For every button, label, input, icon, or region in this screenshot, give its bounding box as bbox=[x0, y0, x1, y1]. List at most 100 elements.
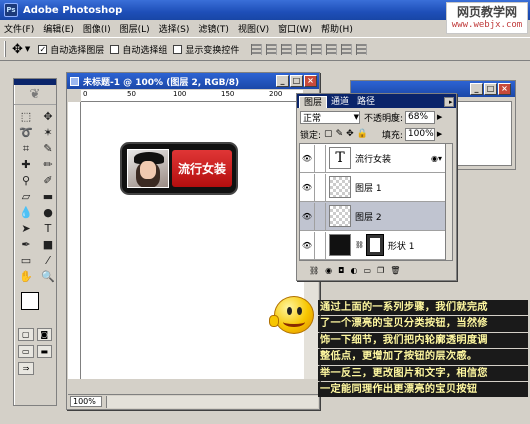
brush-tool-icon[interactable]: ✏ bbox=[38, 157, 58, 172]
eraser-tool-icon[interactable]: ▱ bbox=[16, 189, 36, 204]
tab-channels[interactable]: 通道 bbox=[327, 96, 353, 108]
align-bottom-icon[interactable] bbox=[281, 43, 293, 55]
path-selection-tool-icon[interactable]: ➤ bbox=[16, 221, 36, 236]
shape-tool-icon[interactable]: ■ bbox=[38, 237, 58, 252]
jump-to-imageready: ⇒ bbox=[14, 360, 56, 377]
tab-layers[interactable]: 图层 bbox=[299, 96, 328, 108]
clone-stamp-tool-icon[interactable]: ⚲ bbox=[16, 173, 36, 188]
close-icon[interactable]: × bbox=[498, 83, 511, 95]
new-group-icon[interactable]: ▭ bbox=[363, 266, 371, 275]
show-transform-checkbox[interactable]: 显示变换控件 bbox=[173, 43, 239, 56]
menu-file[interactable]: 文件(F) bbox=[4, 22, 34, 35]
zoom-field[interactable]: 100% bbox=[70, 396, 102, 407]
pen-tool-icon[interactable]: ✒ bbox=[16, 237, 36, 252]
imageready-jump-icon[interactable]: ⇒ bbox=[18, 362, 34, 375]
marquee-tool-icon[interactable]: ⬚ bbox=[16, 109, 36, 124]
type-tool-icon[interactable]: T bbox=[38, 221, 58, 236]
add-style-icon[interactable]: ◉ bbox=[325, 266, 332, 275]
opacity-slider-icon[interactable]: ▶ bbox=[437, 113, 442, 121]
align-hcenter-icon[interactable] bbox=[311, 43, 323, 55]
blend-mode-select[interactable]: 正常 ▼ bbox=[300, 110, 360, 124]
standard-mode-icon[interactable]: ▢ bbox=[18, 328, 34, 341]
move-tool-icon[interactable]: ✥ bbox=[12, 42, 23, 57]
quickmask-mode-icon[interactable]: ◙ bbox=[36, 328, 52, 341]
eyedropper-tool-icon[interactable]: ⁄ bbox=[38, 253, 58, 268]
menu-view[interactable]: 视图(V) bbox=[238, 22, 269, 35]
document-statusbar: 100% bbox=[68, 394, 318, 408]
document-canvas[interactable]: 流行女装 bbox=[81, 102, 303, 379]
dodge-tool-icon[interactable]: ● bbox=[38, 205, 58, 220]
gradient-tool-icon[interactable]: ▬ bbox=[38, 189, 58, 204]
blur-tool-icon[interactable]: 💧 bbox=[16, 205, 36, 220]
vertical-ruler[interactable] bbox=[68, 102, 81, 379]
tab-paths[interactable]: 路径 bbox=[353, 96, 379, 108]
adjustment-layer-icon[interactable]: ◐ bbox=[350, 266, 357, 275]
align-left-icon[interactable] bbox=[296, 43, 308, 55]
tool-preset-dropdown-icon[interactable]: ▼ bbox=[25, 45, 30, 53]
screen-mode-standard-icon[interactable]: ▭ bbox=[18, 345, 34, 358]
close-icon[interactable]: × bbox=[304, 75, 317, 87]
fill-slider-icon[interactable]: ▶ bbox=[437, 130, 442, 138]
fill-input[interactable]: 100% bbox=[404, 127, 435, 141]
auto-select-group-checkbox[interactable]: 自动选择组 bbox=[110, 43, 167, 56]
options-grip[interactable] bbox=[4, 41, 6, 57]
align-right-icon[interactable] bbox=[326, 43, 338, 55]
delete-layer-icon[interactable]: 🗑 bbox=[390, 266, 400, 275]
lasso-tool-icon[interactable]: ➰ bbox=[16, 125, 36, 140]
visibility-eye-icon[interactable]: 👁 bbox=[300, 212, 314, 221]
zoom-tool-icon[interactable]: 🔍 bbox=[38, 269, 58, 284]
maximize-icon[interactable]: □ bbox=[484, 83, 497, 95]
visibility-eye-icon[interactable]: 👁 bbox=[300, 183, 314, 192]
layer-link-slot[interactable] bbox=[314, 173, 326, 201]
menu-filter[interactable]: 滤镜(T) bbox=[198, 22, 229, 35]
feather-logo-icon[interactable]: ❦ bbox=[14, 85, 56, 105]
align-vcenter-icon[interactable] bbox=[266, 43, 278, 55]
visibility-eye-icon[interactable]: 👁 bbox=[300, 154, 314, 163]
distribute-icon[interactable] bbox=[341, 43, 353, 55]
panel-menu-icon[interactable]: ▸ bbox=[444, 97, 454, 107]
notes-tool-icon[interactable]: ▭ bbox=[16, 253, 36, 268]
lock-pixels-icon[interactable]: ✎ bbox=[336, 129, 344, 139]
layer-link-slot[interactable] bbox=[314, 144, 326, 172]
distribute-icon[interactable] bbox=[356, 43, 368, 55]
auto-select-layer-checkbox[interactable]: ✓ 自动选择图层 bbox=[38, 43, 104, 56]
menu-image[interactable]: 图像(I) bbox=[83, 22, 111, 35]
maximize-icon[interactable]: □ bbox=[290, 75, 303, 87]
layer-style-icon[interactable]: ◉▾ bbox=[431, 154, 442, 163]
menu-help[interactable]: 帮助(H) bbox=[321, 22, 353, 35]
layer-link-slot[interactable] bbox=[314, 202, 326, 230]
minimize-icon[interactable]: _ bbox=[470, 83, 483, 95]
magic-wand-tool-icon[interactable]: ✶ bbox=[38, 125, 58, 140]
new-layer-icon[interactable]: ❐ bbox=[377, 266, 384, 275]
foreground-color-swatch[interactable] bbox=[21, 292, 39, 310]
healing-brush-tool-icon[interactable]: ✚ bbox=[16, 157, 36, 172]
link-layers-icon[interactable]: ⛓ bbox=[309, 266, 319, 275]
menu-layer[interactable]: 图层(L) bbox=[120, 22, 150, 35]
lock-position-icon[interactable]: ✥ bbox=[346, 129, 354, 139]
layer-row-2-selected[interactable]: 👁 图层 2 bbox=[300, 202, 446, 231]
lock-transparency-icon[interactable]: ▢ bbox=[324, 129, 333, 139]
opacity-input[interactable]: 68% bbox=[405, 110, 436, 124]
crop-tool-icon[interactable]: ⌗ bbox=[16, 141, 36, 156]
move-tool-icon[interactable]: ✥ bbox=[38, 109, 58, 124]
layer-row-shape[interactable]: 👁 ⛓ 形状 1 bbox=[300, 231, 446, 260]
screen-mode-full-menu-icon[interactable]: ▬ bbox=[36, 345, 52, 358]
minimize-icon[interactable]: _ bbox=[276, 75, 289, 87]
layer-link-slot[interactable] bbox=[314, 231, 326, 259]
add-mask-icon[interactable]: ◘ bbox=[338, 266, 344, 275]
slice-tool-icon[interactable]: ✎ bbox=[38, 141, 58, 156]
menu-edit[interactable]: 编辑(E) bbox=[43, 22, 74, 35]
history-brush-tool-icon[interactable]: ✐ bbox=[38, 173, 58, 188]
horizontal-ruler[interactable]: 0 50 100 150 200 bbox=[81, 90, 303, 102]
layer-list-scrollbar[interactable] bbox=[445, 143, 453, 261]
layer-row-text[interactable]: 👁 T 流行女装 ◉▾ bbox=[300, 144, 446, 173]
menu-select[interactable]: 选择(S) bbox=[159, 22, 190, 35]
lock-all-icon[interactable]: 🔒 bbox=[357, 129, 368, 139]
layer-row-1[interactable]: 👁 图层 1 bbox=[300, 173, 446, 202]
align-top-icon[interactable] bbox=[251, 43, 263, 55]
hand-tool-icon[interactable]: ✋ bbox=[16, 269, 36, 284]
document-titlebar[interactable]: 未标题-1 @ 100% (图层 2, RGB/8) _ □ × bbox=[67, 73, 319, 89]
horizontal-scrollbar[interactable] bbox=[106, 395, 318, 408]
menu-window[interactable]: 窗口(W) bbox=[278, 22, 312, 35]
visibility-eye-icon[interactable]: 👁 bbox=[300, 241, 314, 250]
